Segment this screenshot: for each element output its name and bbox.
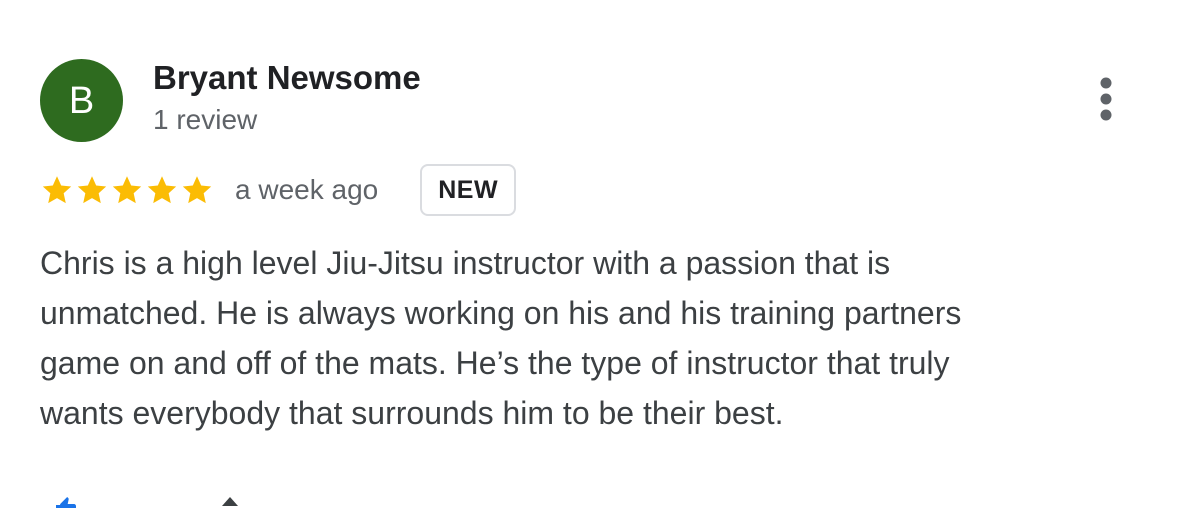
- avatar[interactable]: B: [40, 59, 123, 142]
- rating-row: a week ago NEW: [40, 162, 517, 218]
- reviewer-name[interactable]: Bryant Newsome: [153, 59, 421, 97]
- star-icon: [77, 176, 107, 204]
- star-rating: [40, 173, 214, 207]
- star-icon: [112, 176, 142, 204]
- avatar-initial: B: [68, 79, 95, 122]
- review-text-line: unmatched. He is always working on his a…: [40, 295, 962, 331]
- share-icon[interactable]: [216, 496, 244, 508]
- review-text-line: game on and off of the mats. He’s the ty…: [40, 345, 950, 381]
- review-card: B Bryant Newsome 1 review a week ago NEW…: [0, 0, 1179, 508]
- new-badge: NEW: [420, 164, 517, 216]
- more-vert-icon: [1100, 77, 1112, 121]
- review-text-line: wants everybody that surrounds him to be…: [40, 395, 784, 431]
- star-icon: [182, 176, 212, 204]
- review-text-line: Chris is a high level Jiu-Jitsu instruct…: [40, 245, 891, 281]
- review-count: 1 review: [153, 104, 258, 135]
- star-icon: [147, 176, 177, 204]
- star-icon: [42, 176, 72, 204]
- review-text: Chris is a high level Jiu-Jitsu instruct…: [40, 238, 1100, 438]
- review-date: a week ago: [235, 174, 379, 205]
- more-options-button[interactable]: [1086, 74, 1126, 124]
- thumb-up-icon[interactable]: [54, 496, 78, 508]
- review-actions: [40, 490, 300, 508]
